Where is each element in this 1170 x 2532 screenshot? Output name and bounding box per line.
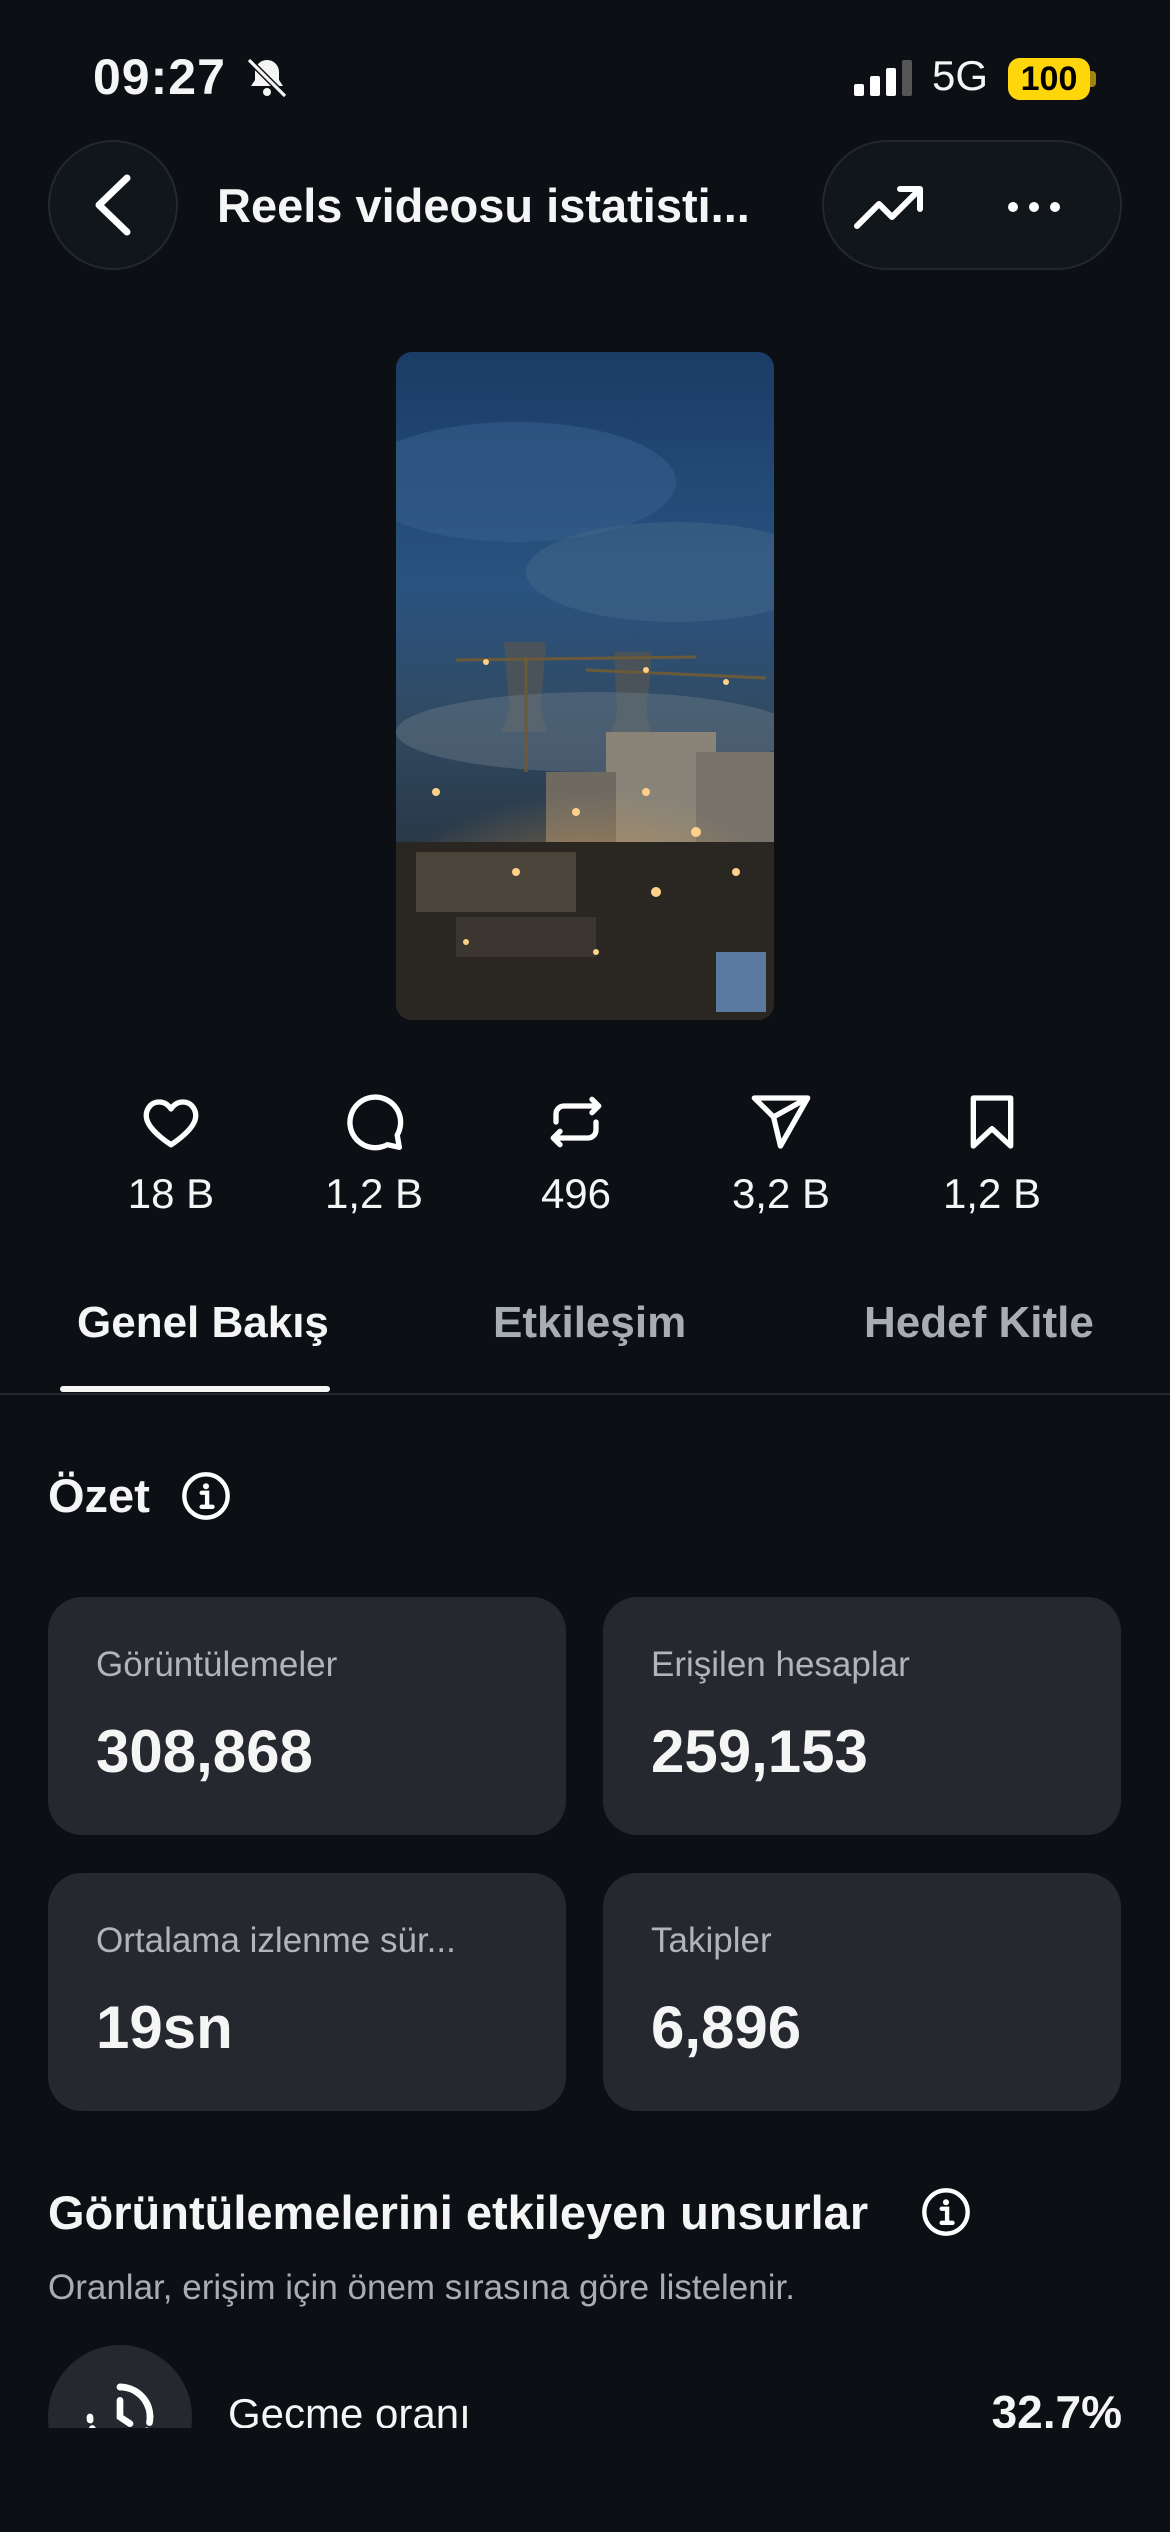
shares-count: 3,2 B [731, 1170, 831, 1217]
battery-nub [1090, 71, 1096, 87]
comments-metric: 1,2 B [284, 1090, 464, 1218]
comments-count: 1,2 B [324, 1170, 424, 1217]
reposts-count: 496 [540, 1170, 612, 1217]
summary-title: Özet [48, 1469, 150, 1522]
views-card[interactable]: Görüntülemeler 308,868 [48, 1597, 566, 1835]
avg-watch-time-card[interactable]: Ortalama izlenme sür... 19sn [48, 1873, 566, 2111]
card-value: 6,896 [651, 1994, 802, 2061]
battery-indicator: 100 [1008, 58, 1090, 100]
header-actions [822, 140, 1122, 270]
card-label: Erişilen hesaplar [651, 1645, 910, 1684]
bell-muted-icon [246, 57, 288, 99]
chevron-left-icon [95, 174, 131, 236]
info-icon[interactable] [180, 1470, 232, 1522]
share-icon [751, 1095, 811, 1149]
card-value: 308,868 [96, 1718, 313, 1785]
accounts-reached-card[interactable]: Erişilen hesaplar 259,153 [603, 1597, 1121, 1835]
follows-card[interactable]: Takipler 6,896 [603, 1873, 1121, 2111]
likes-count: 18 B [127, 1170, 215, 1217]
trending-up-icon [854, 186, 923, 229]
trend-button[interactable] [854, 172, 924, 242]
more-horizontal-icon [1008, 202, 1060, 212]
active-tab-indicator [60, 1386, 330, 1392]
status-bar: 09:27 5G 100 [0, 0, 1170, 150]
cellular-signal-icon [854, 60, 912, 96]
shares-metric: 3,2 B [691, 1090, 871, 1218]
more-options-button[interactable] [999, 172, 1069, 242]
factors-subtitle: Oranlar, erişim için önem sırasına göre … [48, 2268, 795, 2307]
tab-hedef-kitle[interactable]: Hedef Kitle [864, 1298, 1094, 1348]
repost-icon [550, 1096, 602, 1148]
card-label: Ortalama izlenme sür... [96, 1921, 456, 1960]
likes-metric: 18 B [81, 1090, 261, 1218]
info-icon[interactable] [920, 2186, 972, 2238]
bookmark-icon [970, 1095, 1014, 1149]
reposts-metric: 496 [486, 1090, 666, 1218]
tab-genel-bakis[interactable]: Genel Bakış [77, 1298, 329, 1348]
reel-thumbnail[interactable] [396, 352, 774, 1020]
saves-count: 1,2 B [942, 1170, 1042, 1217]
network-label: 5G [932, 52, 989, 99]
status-time: 09:27 [93, 49, 226, 105]
page-title: Reels videosu istatisti... [217, 179, 750, 232]
card-label: Takipler [651, 1921, 772, 1960]
comment-icon [347, 1094, 404, 1151]
reel-thumbnail-image [396, 352, 774, 1020]
card-value: 19sn [96, 1994, 233, 2061]
card-label: Görüntülemeler [96, 1645, 338, 1684]
card-value: 259,153 [651, 1718, 868, 1785]
saves-metric: 1,2 B [902, 1090, 1082, 1218]
tabs-divider [0, 1393, 1170, 1395]
heart-icon [143, 1099, 199, 1148]
tab-etkilesim[interactable]: Etkileşim [493, 1298, 686, 1348]
bottom-mask [0, 2428, 1170, 2532]
factors-title: Görüntülemelerini etkileyen unsurlar [48, 2186, 869, 2239]
back-button[interactable] [48, 140, 178, 270]
